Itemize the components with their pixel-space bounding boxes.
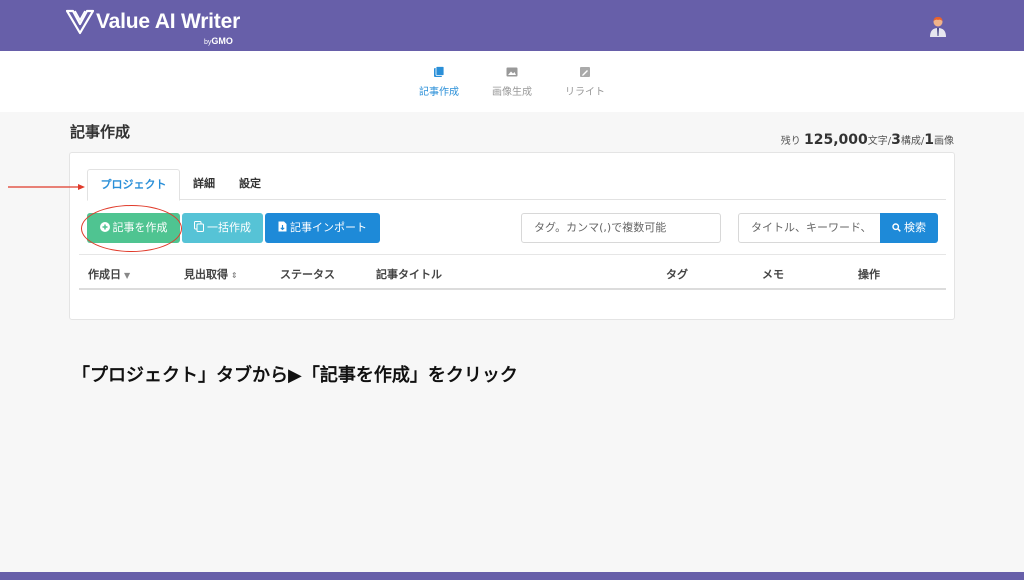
import-article-label: 記事インポート [290,221,367,234]
app-header: Value AI Writer byGMO [0,0,1024,51]
image-icon [506,67,518,77]
logo-v-icon [66,9,94,35]
quota-chars: 125,000 [803,132,868,148]
quota-images: 1 [924,132,934,148]
copy-icon [194,221,204,232]
annotation-highlight-circle [81,205,182,252]
column-label: 作成日 [88,268,121,281]
column-memo: メモ [762,268,784,281]
column-actions: 操作 [858,268,880,281]
logo-text: Value AI Writer [96,10,241,33]
tab-detail[interactable]: 詳細 [184,169,224,200]
footer-bar [0,572,1024,580]
nav-rewrite[interactable]: リライト [550,66,620,98]
tab-settings[interactable]: 設定 [230,169,270,200]
quota-outlines-unit: 構成/ [900,136,925,147]
file-import-icon [278,221,287,232]
column-created-date[interactable]: 作成日 ▼ [88,266,130,282]
bulk-create-label: 一括作成 [207,221,251,234]
nav-label: 記事作成 [419,87,459,98]
usage-quota: 残り 125,000文字/3構成/1画像 [781,132,954,148]
import-article-button[interactable]: 記事インポート [265,213,380,243]
quota-prefix: 残り [780,136,801,147]
search-input[interactable]: タイトル、キーワード、 [738,213,881,243]
tab-bar: プロジェクト 詳細 設定 [87,169,946,201]
quota-chars-unit: 文字/ [867,136,892,147]
page-title: 記事作成 [70,123,131,141]
nav-label: 画像生成 [492,87,532,98]
column-label: 見出取得 [184,268,228,281]
nav-article-create[interactable]: 記事作成 [404,66,474,98]
logo-byline: byGMO [204,36,233,46]
project-card: プロジェクト 詳細 設定 記事を作成 一括作成 記事インポート タグ。カンマ(,… [69,152,955,320]
user-avatar-icon[interactable] [928,16,948,38]
logo-company: GMO [211,36,233,46]
tag-filter-input[interactable]: タグ。カンマ(,)で複数可能 [521,213,721,243]
nav-image-generate[interactable]: 画像生成 [477,66,547,98]
bulk-create-button[interactable]: 一括作成 [182,213,263,243]
tab-project[interactable]: プロジェクト [87,169,180,201]
search-label: 検索 [904,221,926,234]
column-heading-fetch[interactable]: 見出取得 ⇕ [184,266,238,282]
column-title: 記事タイトル [376,268,442,281]
sort-desc-icon: ▼ [124,271,131,280]
column-status: ステータス [280,268,335,281]
rewrite-icon [580,67,590,77]
instruction-caption: 「プロジェクト」タブから▶「記事を作成」をクリック [72,365,518,386]
article-table-header: 作成日 ▼ 見出取得 ⇕ ステータス 記事タイトル タグ メモ 操作 [79,254,946,290]
article-icon [434,66,445,77]
feature-nav: 記事作成 画像生成 リライト [0,51,1024,112]
annotation-arrow-icon [8,184,85,190]
column-tags: タグ [666,268,688,281]
search-button[interactable]: 検索 [880,213,938,243]
quota-images-unit: 画像 [934,136,954,147]
nav-label: リライト [565,87,605,98]
quota-outlines: 3 [891,132,901,148]
search-icon [892,223,901,232]
sort-icon: ⇕ [231,271,238,280]
